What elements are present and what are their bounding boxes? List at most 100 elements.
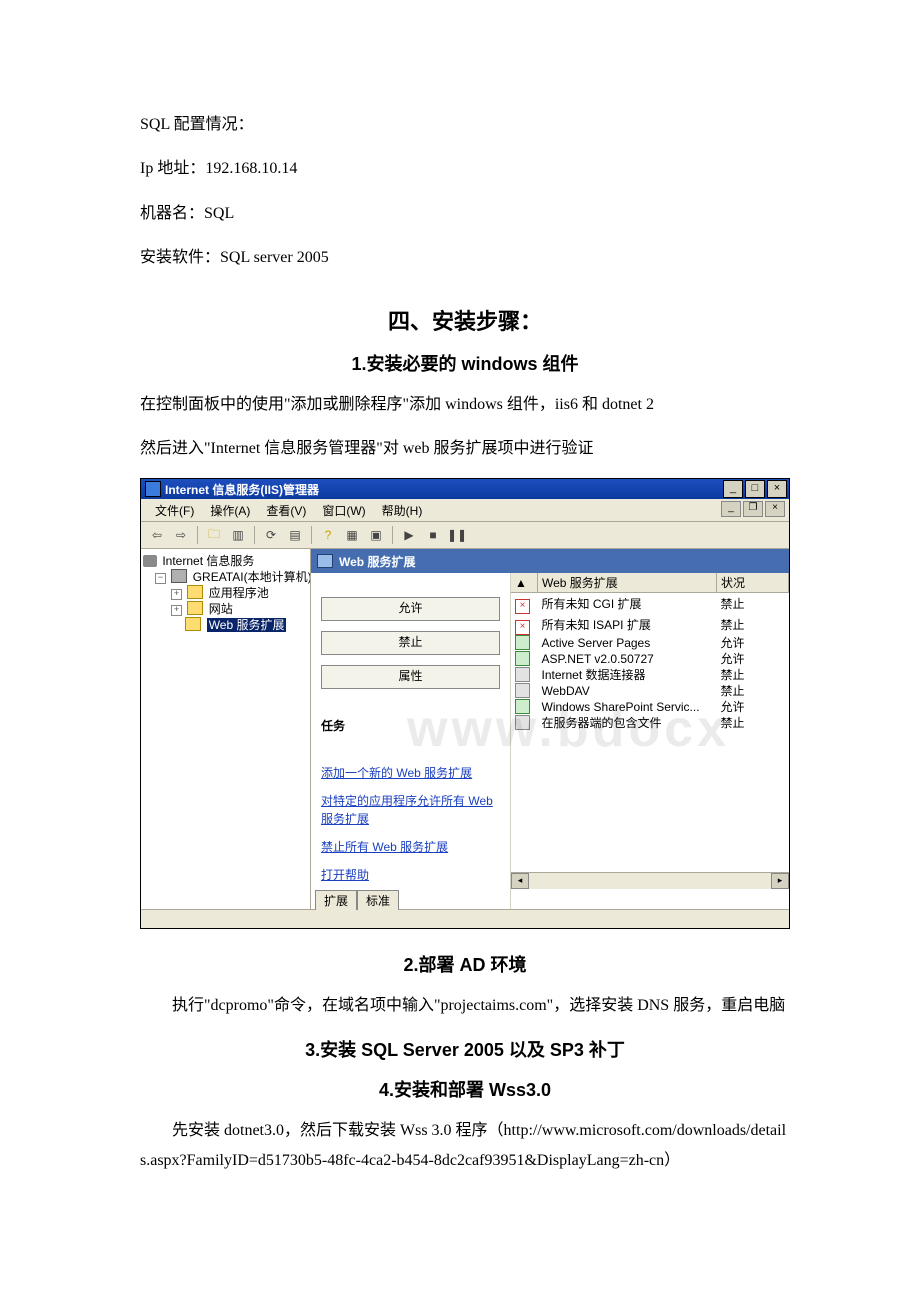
tree-root[interactable]: Internet 信息服务 — [143, 553, 308, 569]
table-row[interactable]: Active Server Pages允许 — [511, 635, 789, 651]
ext-name: 所有未知 CGI 扩展 — [538, 593, 717, 615]
scroll-right-icon[interactable]: ▸ — [771, 873, 789, 889]
menu-file[interactable]: 文件(F) — [147, 500, 202, 521]
ext-status: 禁止 — [717, 593, 789, 615]
play-icon[interactable]: ▶ — [399, 525, 419, 545]
blocked-icon: × — [515, 599, 530, 614]
ext-status: 禁止 — [717, 683, 789, 699]
ext-status: 禁止 — [717, 614, 789, 635]
folder-icon — [317, 554, 333, 568]
menu-help[interactable]: 帮助(H) — [374, 500, 431, 521]
col-status[interactable]: 状况 — [717, 573, 789, 593]
content-pane: Web 服务扩展 允许 禁止 属性 任务 添加一个新的 Web 服务扩展 对特定… — [311, 549, 789, 909]
ext-name: ASP.NET v2.0.50727 — [538, 651, 717, 667]
ext-name: Active Server Pages — [538, 635, 717, 651]
folder-icon — [187, 601, 203, 615]
collapse-icon[interactable]: − — [155, 573, 166, 584]
para-step1-1: 在控制面板中的使用"添加或删除程序"添加 windows 组件，iis6 和 d… — [140, 390, 790, 420]
body-split: Internet 信息服务 − GREATAI(本地计算机) + 应用程序池 +… — [141, 549, 789, 909]
tabstrip: 扩展 标准 — [311, 889, 399, 909]
ext-name: Windows SharePoint Servic... — [538, 699, 717, 715]
table-row[interactable]: × 所有未知 CGI 扩展禁止 — [511, 593, 789, 615]
col-name[interactable]: Web 服务扩展 — [538, 573, 717, 593]
tab-extended[interactable]: 扩展 — [315, 890, 357, 910]
menu-window[interactable]: 窗口(W) — [314, 500, 373, 521]
maximize-button[interactable]: □ — [745, 480, 765, 498]
para-ip: Ip 地址：192.168.10.14 — [140, 154, 790, 184]
table-row[interactable]: Windows SharePoint Servic...允许 — [511, 699, 789, 715]
tab-standard[interactable]: 标准 — [357, 890, 399, 910]
mdi-restore-button[interactable]: ❐ — [743, 501, 763, 517]
properties-button[interactable]: 属性 — [321, 665, 500, 689]
menubar: 文件(F) 操作(A) 查看(V) 窗口(W) 帮助(H) _ ❐ × — [141, 499, 789, 522]
ext-name: 所有未知 ISAPI 扩展 — [538, 614, 717, 635]
heading-step-4: 4.安装和部署 Wss3.0 — [140, 1076, 790, 1102]
heading-section-4: 四、安装步骤： — [140, 304, 790, 336]
task-link-deny-all[interactable]: 禁止所有 Web 服务扩展 — [321, 838, 500, 856]
toolbar-separator — [254, 526, 255, 544]
table-row[interactable]: Internet 数据连接器禁止 — [511, 667, 789, 683]
heading-step-1: 1.安装必要的 windows 组件 — [140, 350, 790, 376]
col-icon[interactable]: ▲ — [511, 573, 538, 593]
menu-view[interactable]: 查看(V) — [258, 500, 314, 521]
task-pane: 允许 禁止 属性 任务 添加一个新的 Web 服务扩展 对特定的应用程序允许所有… — [311, 573, 511, 909]
pause-icon[interactable]: ❚❚ — [447, 525, 467, 545]
iis-manager-window: Internet 信息服务(IIS)管理器 _ □ × 文件(F) 操作(A) … — [140, 478, 790, 929]
menu-action[interactable]: 操作(A) — [202, 500, 258, 521]
allow-button[interactable]: 允许 — [321, 597, 500, 621]
tree-app-pool[interactable]: + 应用程序池 — [143, 585, 308, 601]
task-link-help[interactable]: 打开帮助 — [321, 866, 500, 884]
task-link-allow-app[interactable]: 对特定的应用程序允许所有 Web 服务扩展 — [321, 792, 500, 828]
horizontal-scrollbar[interactable]: ◂ ▸ — [511, 872, 789, 889]
folder-icon — [185, 617, 201, 631]
tree-sites[interactable]: + 网站 — [143, 601, 308, 617]
mdi-min-button[interactable]: _ — [721, 501, 741, 517]
para-installed-software: 安装软件：SQL server 2005 — [140, 243, 790, 273]
forward-icon[interactable]: ⇨ — [171, 525, 191, 545]
expand-icon[interactable]: + — [171, 605, 182, 616]
toolbar-separator — [311, 526, 312, 544]
para-sql-config: SQL 配置情况： — [140, 110, 790, 140]
ext-status: 允许 — [717, 635, 789, 651]
toolbar-icon-3[interactable]: ▣ — [366, 525, 386, 545]
back-icon[interactable]: ⇦ — [147, 525, 167, 545]
export-icon[interactable]: ▤ — [285, 525, 305, 545]
ext-status: 允许 — [717, 651, 789, 667]
tree-pane[interactable]: Internet 信息服务 − GREATAI(本地计算机) + 应用程序池 +… — [141, 549, 311, 909]
blocked-icon: × — [515, 620, 530, 635]
allowed-icon — [515, 635, 530, 650]
expand-icon[interactable]: + — [171, 589, 182, 600]
minimize-button[interactable]: _ — [723, 480, 743, 498]
statusbar — [141, 909, 789, 928]
toolbar-icon-2[interactable]: ▦ — [342, 525, 362, 545]
up-icon[interactable]: 🗀 — [204, 525, 224, 545]
toolbar-separator — [392, 526, 393, 544]
ext-status: 允许 — [717, 699, 789, 715]
content-title: Web 服务扩展 — [339, 553, 415, 570]
task-link-add[interactable]: 添加一个新的 Web 服务扩展 — [321, 764, 500, 782]
tree-web-ext[interactable]: Web 服务扩展 — [143, 617, 308, 633]
table-row[interactable]: WebDAV禁止 — [511, 683, 789, 699]
table-row[interactable]: 在服务器端的包含文件禁止 — [511, 715, 789, 731]
scroll-left-icon[interactable]: ◂ — [511, 873, 529, 889]
refresh-icon[interactable]: ⟳ — [261, 525, 281, 545]
extension-list-pane: ▲ Web 服务扩展 状况 ×所有未知 CGI 扩展禁止×所有未知 ISAPI … — [511, 573, 789, 909]
content-header: Web 服务扩展 — [311, 549, 789, 573]
para-step4-1: 先安装 dotnet3.0，然后下载安装 Wss 3.0 程序（http://w… — [140, 1116, 790, 1177]
help-icon[interactable]: ? — [318, 525, 338, 545]
table-row[interactable]: × 所有未知 ISAPI 扩展禁止 — [511, 614, 789, 635]
mdi-close-button[interactable]: × — [765, 501, 785, 517]
allowed-icon — [515, 699, 530, 714]
computer-icon — [171, 569, 187, 583]
stop-icon[interactable]: ■ — [423, 525, 443, 545]
window-titlebar[interactable]: Internet 信息服务(IIS)管理器 _ □ × — [141, 479, 789, 499]
toolbar-icon-1[interactable]: ▥ — [228, 525, 248, 545]
table-row[interactable]: ASP.NET v2.0.50727允许 — [511, 651, 789, 667]
deny-button[interactable]: 禁止 — [321, 631, 500, 655]
ext-icon — [515, 667, 530, 682]
ext-name: Internet 数据连接器 — [538, 667, 717, 683]
close-button[interactable]: × — [767, 480, 787, 498]
heading-step-2: 2.部署 AD 环境 — [140, 951, 790, 977]
para-machine-name: 机器名：SQL — [140, 199, 790, 229]
tree-computer[interactable]: − GREATAI(本地计算机) — [143, 569, 308, 585]
